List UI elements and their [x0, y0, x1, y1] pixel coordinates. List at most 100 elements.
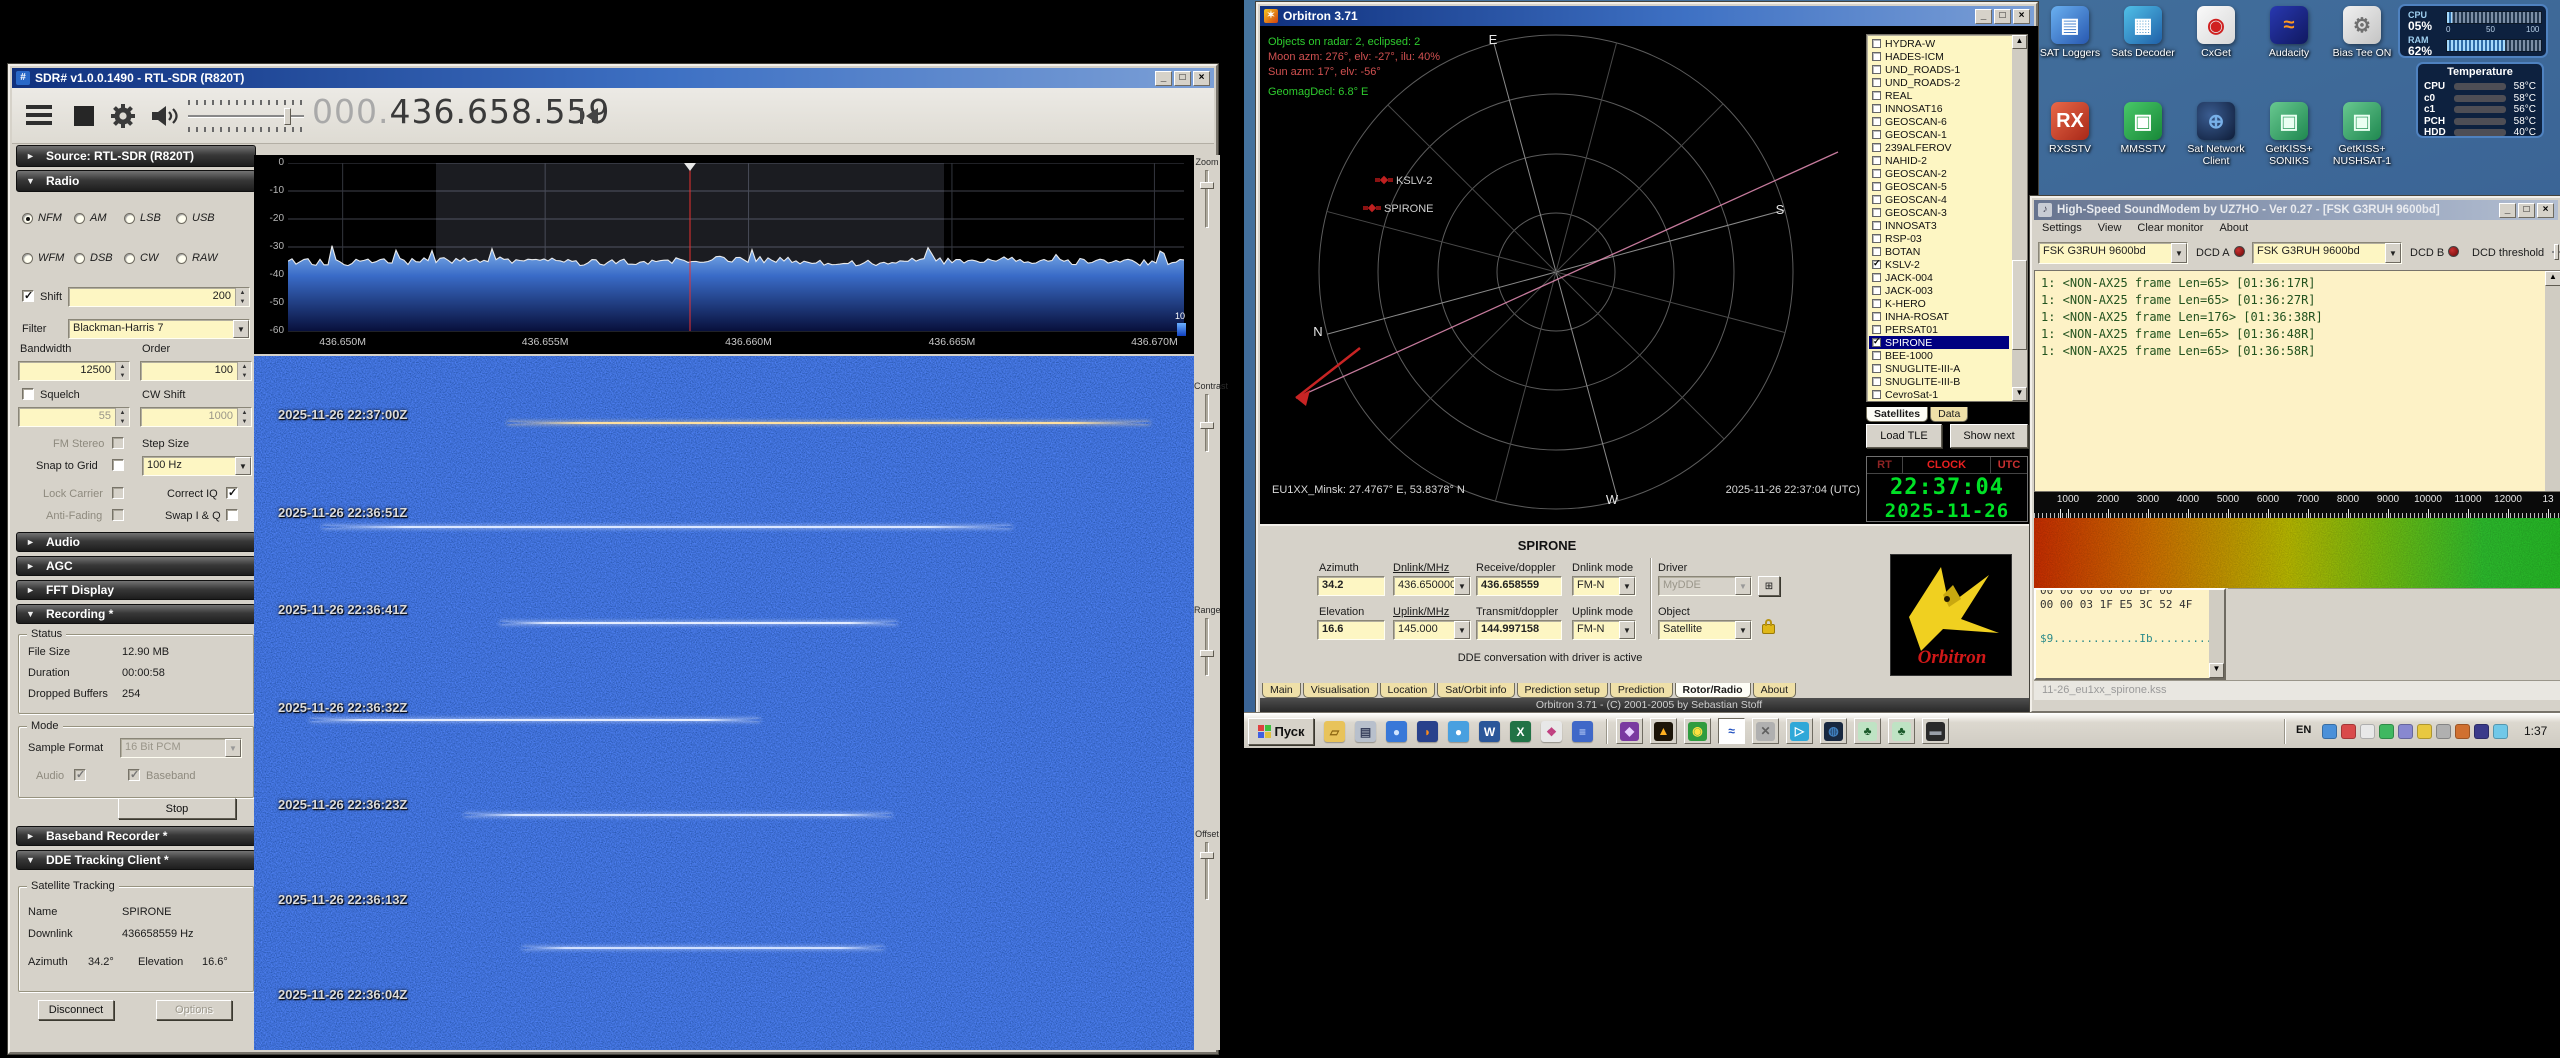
offset-slider-track[interactable] — [1205, 842, 1209, 900]
satellite-list-item[interactable]: INNOSAT16 — [1869, 102, 2009, 115]
tray-icon[interactable] — [2341, 724, 2356, 739]
satellite-list-item[interactable]: NAHID-2 — [1869, 154, 2009, 167]
packet-monitor[interactable]: ▲ 1: <NON-AX25 frame Len=65> [01:36:17R]… — [2034, 270, 2560, 492]
order-input[interactable]: 100 — [140, 361, 252, 381]
desktop-icon-audacity[interactable]: ≈Audacity — [2255, 6, 2323, 59]
task-button-app-parrot[interactable]: ◉ — [1684, 718, 1711, 744]
tray-icon[interactable] — [2398, 724, 2413, 739]
satellite-list-item[interactable]: 239ALFEROV — [1869, 141, 2009, 154]
desktop-icon-getkiss-soniks[interactable]: ▣GetKISS+ SONIKS — [2255, 102, 2323, 167]
maximize-button[interactable]: □ — [1994, 9, 2011, 24]
object-dropdown-arrow[interactable]: ▼ — [1735, 621, 1751, 639]
tab-about[interactable]: About — [1753, 683, 1796, 698]
tray-icon[interactable] — [2379, 724, 2394, 739]
satellite-list-item[interactable]: BOTAN — [1869, 245, 2009, 258]
satellite-list-item[interactable]: HYDRA-W — [1869, 37, 2009, 50]
satellite-list-item[interactable]: GEOSCAN-2 — [1869, 167, 2009, 180]
satellite-checkbox[interactable] — [1872, 182, 1881, 191]
filter-dropdown[interactable]: Blackman-Harris 7 — [68, 319, 250, 339]
volume-slider-thumb[interactable] — [284, 108, 291, 125]
close-button[interactable]: × — [2013, 9, 2030, 24]
satellite-checkbox[interactable] — [1872, 39, 1881, 48]
receive-doppler-field[interactable]: 436.658559 — [1476, 576, 1562, 596]
satellite-checkbox[interactable] — [1872, 130, 1881, 139]
tray-icon[interactable] — [2455, 724, 2470, 739]
satellite-list-item[interactable]: K-HERO — [1869, 297, 2009, 310]
satellite-list-item[interactable]: INHA-ROSAT — [1869, 310, 2009, 323]
uplink-dropdown-arrow[interactable]: ▼ — [1454, 621, 1470, 639]
satellite-checkbox[interactable] — [1872, 273, 1881, 282]
quicklaunch-calculator-icon[interactable]: ▤ — [1355, 721, 1376, 742]
tray-icon[interactable] — [2322, 724, 2337, 739]
tab-location[interactable]: Location — [1380, 683, 1436, 698]
volume-slider[interactable] — [188, 100, 304, 132]
tab-sat-orbit-info[interactable]: Sat/Orbit info — [1437, 683, 1514, 698]
task-button-app-tree-1[interactable]: ♣ — [1854, 718, 1881, 744]
tab-prediction[interactable]: Prediction — [1610, 683, 1673, 698]
menu-clear-monitor[interactable]: Clear monitor — [2137, 222, 2203, 234]
task-button-app-gray[interactable]: ✕ — [1752, 718, 1779, 744]
dnlink-mode-dropdown-arrow[interactable]: ▼ — [1619, 577, 1635, 595]
elevation-field[interactable]: 16.6 — [1317, 620, 1385, 640]
satellite-list-item[interactable]: INNOSAT3 — [1869, 219, 2009, 232]
source-section-header[interactable]: ►Source: RTL-SDR (R820T) — [16, 145, 256, 167]
mode-radio-am[interactable]: AM — [74, 212, 107, 224]
modem-a-dropdown-arrow[interactable]: ▼ — [2171, 243, 2187, 263]
desktop-icon-rxsstv[interactable]: RXRXSSTV — [2036, 102, 2104, 155]
satellite-checkbox[interactable] — [1872, 390, 1881, 399]
desktop-icon-sat-loggers[interactable]: ▤SAT Loggers — [2036, 6, 2104, 59]
modem-b-dropdown-arrow[interactable]: ▼ — [2385, 243, 2401, 263]
satellite-checkbox[interactable] — [1872, 286, 1881, 295]
modem-a-dropdown[interactable]: FSK G3RUH 9600bd — [2038, 242, 2188, 264]
snap-to-grid-checkbox[interactable] — [112, 459, 124, 471]
satellite-checkbox[interactable] — [1872, 377, 1881, 386]
satellite-list-item[interactable]: GEOSCAN-3 — [1869, 206, 2009, 219]
recording-section-header[interactable]: ▼Recording * — [16, 604, 256, 624]
mode-radio-dsb[interactable]: DSB — [74, 252, 113, 264]
satellite-list-item[interactable]: CevroSat-1 — [1869, 388, 2009, 401]
satellite-checkbox[interactable] — [1872, 325, 1881, 334]
range-slider-thumb[interactable] — [1200, 650, 1214, 657]
satellite-checkbox[interactable] — [1872, 338, 1881, 347]
satellite-checkbox[interactable] — [1872, 169, 1881, 178]
minimize-button[interactable]: _ — [1975, 9, 1992, 24]
audio-section-header[interactable]: ►Audio — [16, 532, 256, 552]
satellite-list-item[interactable]: SPIRONE — [1869, 336, 2009, 349]
radio-section-header[interactable]: ▼Radio — [16, 170, 256, 192]
desktop-icon-getkiss-nushsat-1[interactable]: ▣GetKISS+ NUSHSAT-1 — [2328, 102, 2396, 167]
satellite-marker[interactable]: SPIRONE — [1363, 203, 1434, 215]
zoom-slider-track[interactable] — [1205, 170, 1209, 228]
show-next-button[interactable]: Show next — [1950, 424, 2028, 448]
satellite-list-item[interactable]: KSLV-2 — [1869, 258, 2009, 271]
bandwidth-input[interactable]: 12500 — [18, 361, 130, 381]
squelch-checkbox[interactable] — [22, 388, 34, 400]
desktop-icon-sat-network-client[interactable]: ⊕Sat Network Client — [2182, 102, 2250, 167]
satellite-checkbox[interactable] — [1872, 156, 1881, 165]
transmit-doppler-field[interactable]: 144.997158 — [1476, 620, 1562, 640]
desktop-icon-mmsstv[interactable]: ▣MMSSTV — [2109, 102, 2177, 155]
sdrsharp-titlebar[interactable]: # SDR# v1.0.0.1490 - RTL-SDR (R820T) _ □… — [12, 68, 1214, 88]
hex-scrollbar[interactable]: ▼ — [2209, 590, 2224, 678]
desktop-icon-cxget[interactable]: ◉CxGet — [2182, 6, 2250, 59]
modem-b-dropdown[interactable]: FSK G3RUH 9600bd — [2252, 242, 2402, 264]
task-button-app-tree-2[interactable]: ♣ — [1888, 718, 1915, 744]
desktop-icon-sats-decoder[interactable]: ▦Sats Decoder — [2109, 6, 2177, 59]
tab-visualisation[interactable]: Visualisation — [1303, 683, 1378, 698]
list-tab-satellites[interactable]: Satellites — [1866, 407, 1928, 422]
offset-slider-thumb[interactable] — [1200, 852, 1214, 859]
dcd-threshold-slider[interactable] — [2552, 244, 2560, 260]
scroll-up-arrow[interactable]: ▲ — [2012, 35, 2027, 49]
agc-section-header[interactable]: ►AGC — [16, 556, 256, 576]
satellite-checkbox[interactable] — [1872, 364, 1881, 373]
frequency-display[interactable]: 000.436.658.559 — [312, 92, 610, 131]
task-button-app-flame[interactable]: ▲ — [1650, 718, 1677, 744]
soundmodem-titlebar[interactable]: ♪ High-Speed SoundModem by UZ7HO - Ver 0… — [2034, 200, 2558, 220]
list-tab-data[interactable]: Data — [1930, 407, 1968, 422]
speaker-icon[interactable] — [150, 104, 180, 128]
satellite-list-item[interactable]: GEOSCAN-5 — [1869, 180, 2009, 193]
correct-iq-checkbox[interactable] — [226, 487, 238, 499]
menu-view[interactable]: View — [2098, 222, 2122, 234]
shift-spinner[interactable]: ▲▼ — [235, 288, 249, 306]
quicklaunch-word-icon[interactable]: W — [1479, 721, 1500, 742]
task-button-app-drive[interactable]: ▬ — [1922, 718, 1949, 744]
